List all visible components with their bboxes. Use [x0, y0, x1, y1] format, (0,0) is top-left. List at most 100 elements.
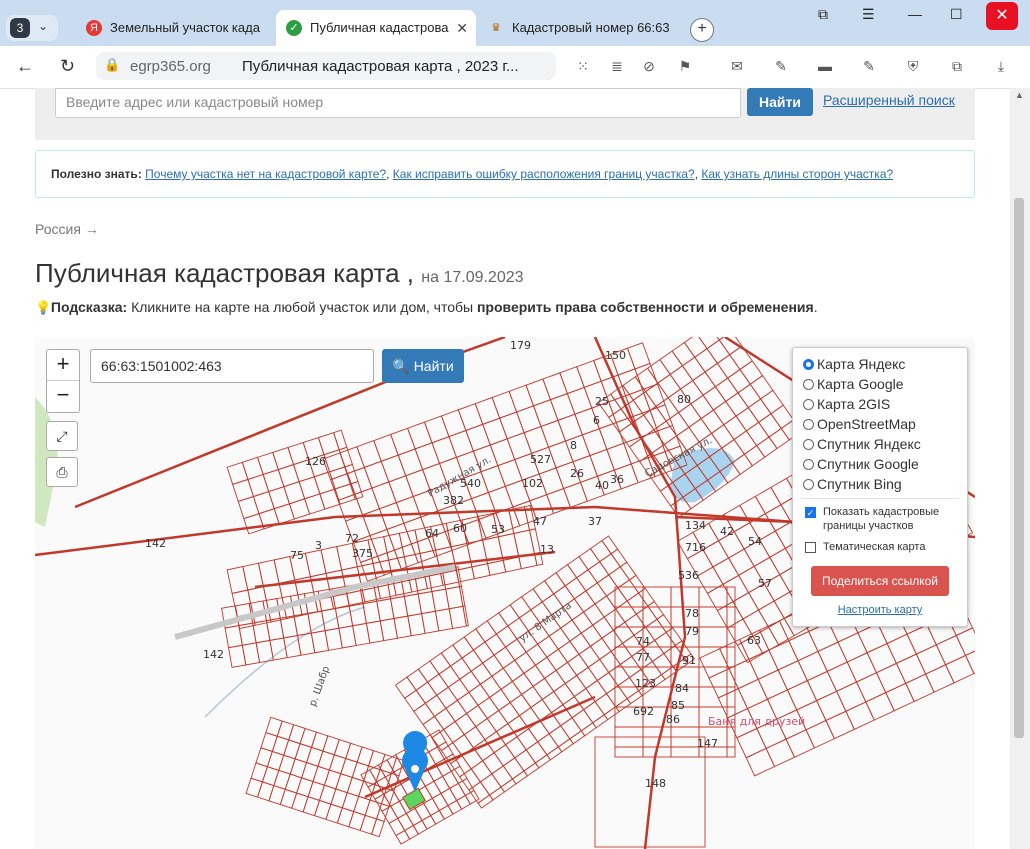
extension-icon[interactable]: ▬: [816, 58, 834, 76]
scrollbar-thumb[interactable]: [1014, 198, 1024, 738]
parcel: [257, 559, 280, 588]
close-tab-icon[interactable]: ✕: [456, 10, 468, 46]
reload-icon[interactable]: ↻: [60, 56, 75, 77]
shield-icon[interactable]: ⛨: [904, 58, 922, 76]
maximize-icon[interactable]: ☐: [950, 6, 963, 23]
layer-bing-satellite[interactable]: Спутник Bing: [803, 476, 902, 496]
selected-parcel-marker[interactable]: [402, 731, 428, 811]
parcel: [333, 429, 348, 451]
parcel: [726, 746, 736, 758]
parcel: [462, 605, 469, 627]
parcel: [521, 685, 543, 709]
parcel: [759, 389, 784, 415]
close-window-button[interactable]: ✕: [986, 2, 1018, 30]
menu-icon[interactable]: ☰: [862, 6, 875, 23]
thematic-map-checkbox[interactable]: Тематическая карта: [805, 540, 965, 556]
layer-yandex-satellite[interactable]: Спутник Яндекс: [803, 436, 921, 456]
parcel-label: 142: [145, 537, 166, 550]
back-icon[interactable]: ←: [16, 56, 34, 77]
mail-icon[interactable]: ✉: [728, 58, 746, 76]
tab-land-plot[interactable]: Я Земельный участок када: [76, 10, 270, 46]
parcel: [699, 648, 730, 679]
zoom-out-button[interactable]: −: [47, 381, 79, 411]
cadastral-map[interactable]: 126 142 179 150 80 25 6 8 527 102 26 40 36 540 382 60 64…: [35, 337, 975, 849]
radio-icon[interactable]: [803, 479, 814, 490]
advanced-search-link[interactable]: Расширенный поиск: [823, 92, 955, 108]
extension-icon[interactable]: ✎: [860, 58, 878, 76]
parcel: [422, 715, 445, 739]
zoom-in-button[interactable]: +: [47, 350, 79, 381]
fullscreen-button[interactable]: ⤢: [46, 421, 78, 451]
parcel-label: 84: [675, 682, 689, 695]
radio-icon[interactable]: [803, 419, 814, 430]
address-search-input[interactable]: Введите адрес или кадастровый номер: [55, 88, 741, 118]
parcel: [825, 710, 855, 740]
parcel: [768, 640, 799, 671]
download-icon[interactable]: ⤓: [992, 58, 1010, 76]
tab-cadastral-map[interactable]: ✓ Публичная кадастрова ✕: [276, 10, 476, 46]
info-link-missing-parcel[interactable]: Почему участка нет на кадастровой карте?: [145, 167, 386, 181]
parcel: [288, 498, 311, 520]
layer-google-satellite[interactable]: Спутник Google: [803, 456, 919, 476]
map-search-input[interactable]: 66:63:1501002:463: [90, 349, 374, 383]
parcel: [457, 777, 475, 797]
parcel: [698, 626, 728, 648]
reader-icon[interactable]: ≣: [608, 58, 626, 76]
url-field[interactable]: 🔒 egrp365.org Публичная кадастровая карт…: [96, 52, 556, 80]
layer-2gis-map[interactable]: Карта 2GIS: [803, 396, 890, 416]
parcel: [757, 669, 789, 700]
breadcrumb[interactable]: Россия →: [35, 221, 99, 237]
layer-yandex-map[interactable]: Карта Яндекс: [803, 356, 905, 376]
bookmark-flag-icon[interactable]: ⚑: [676, 58, 694, 76]
parcel: [256, 451, 279, 476]
layer-google-map[interactable]: Карта Google: [803, 376, 904, 396]
parcel-label: 60: [453, 522, 467, 535]
parcel: [885, 682, 915, 712]
parcel: [241, 456, 264, 480]
page-scrollbar[interactable]: ▲: [1010, 88, 1030, 849]
parcel: [317, 432, 340, 456]
extensions-icon[interactable]: ⧉: [948, 58, 966, 76]
parcel: [534, 656, 557, 680]
tab-count-button[interactable]: 3 ⌄: [6, 15, 58, 41]
extension-icon[interactable]: ✎: [772, 58, 790, 76]
scroll-up-icon[interactable]: ▲: [1015, 90, 1024, 100]
parcel: [279, 788, 298, 809]
bookmark-icon[interactable]: ⧉: [818, 6, 828, 23]
parcel: [573, 590, 596, 613]
radio-icon[interactable]: [803, 399, 814, 410]
parcel: [846, 652, 878, 683]
parcel: [905, 673, 935, 703]
checkbox-checked-icon[interactable]: ✓: [805, 507, 816, 518]
thematic-map-label: Тематическая карта: [823, 541, 926, 553]
parcel: [615, 600, 637, 623]
info-link-fix-boundaries[interactable]: Как исправить ошибку расположения границ…: [393, 167, 695, 181]
find-button[interactable]: Найти: [747, 88, 813, 116]
parcel: [557, 640, 580, 663]
parcel: [835, 681, 867, 712]
parcel: [698, 666, 728, 688]
show-boundaries-checkbox[interactable]: ✓ Показать кадастровые границы участков: [805, 505, 965, 535]
print-button[interactable]: ⎙: [46, 457, 78, 487]
radio-icon[interactable]: [803, 359, 814, 370]
radio-icon[interactable]: [803, 379, 814, 390]
parcel: [726, 726, 736, 748]
map-find-button[interactable]: 🔍 Найти: [382, 349, 464, 383]
parcel-label: 86: [666, 713, 680, 726]
checkbox-icon[interactable]: [805, 542, 816, 553]
tab-cadastral-number[interactable]: ♛ Кадастровый номер 66:63: [478, 10, 678, 46]
parcel-label: 77: [636, 651, 650, 664]
share-link-button[interactable]: Поделиться ссылкой: [811, 566, 949, 596]
pin-dot: [411, 765, 419, 773]
apps-icon[interactable]: ⁙: [574, 58, 592, 76]
radio-icon[interactable]: [803, 439, 814, 450]
new-tab-button[interactable]: +: [690, 18, 714, 42]
minimize-icon[interactable]: —: [908, 6, 922, 22]
info-link-side-lengths[interactable]: Как узнать длины сторон участка?: [701, 167, 893, 181]
hint-text: Кликните на карте на любой участок или д…: [131, 299, 474, 315]
parcel-label: 40: [595, 479, 609, 492]
layer-openstreetmap[interactable]: OpenStreetMap: [803, 416, 916, 436]
block-icon[interactable]: ⊘: [640, 58, 658, 76]
configure-map-link[interactable]: Настроить карту: [793, 604, 967, 616]
radio-icon[interactable]: [803, 459, 814, 470]
